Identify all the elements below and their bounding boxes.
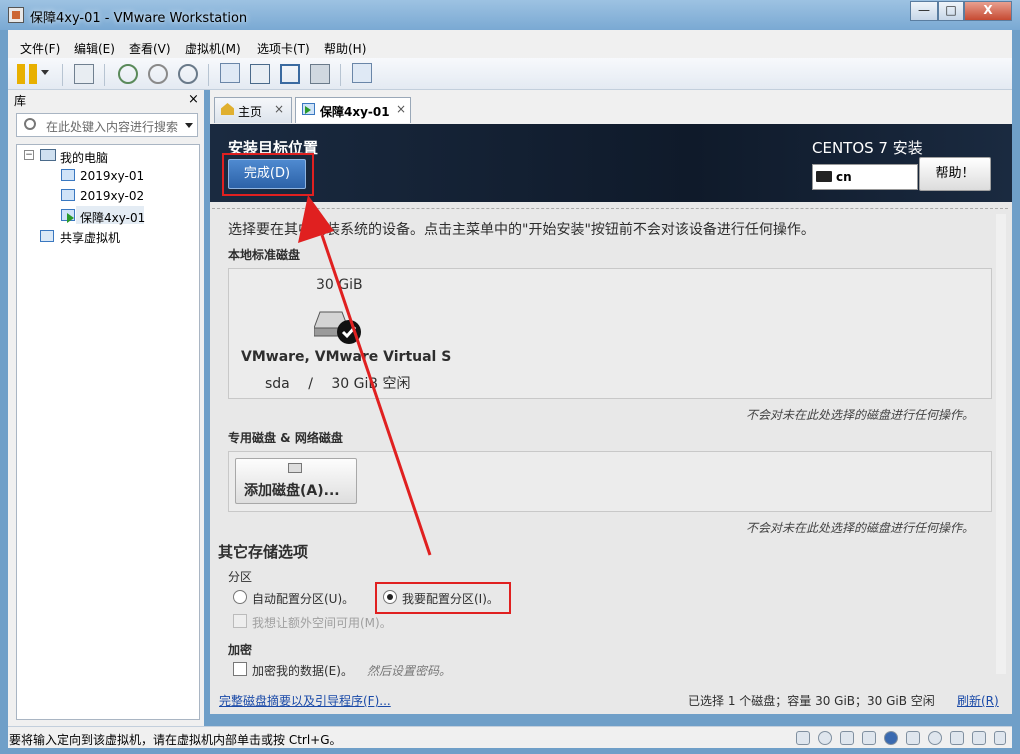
specialized-disks-note: 不会对未在此处选择的磁盘进行任何操作。 [746,521,975,535]
extra-space-checkbox[interactable] [233,614,247,628]
tab-vm-label: 保障4xy-01 [320,105,390,119]
tree-vm-baozhang4xy-01[interactable]: 保障4xy-01 [80,209,145,226]
vm-icon [61,189,75,201]
vmware-app-icon[interactable] [8,7,24,23]
menu-tabs[interactable]: 选项卡(T) [257,40,310,57]
cd-dvd-device-icon[interactable] [818,731,832,745]
tree-collapse-icon[interactable]: − [24,150,34,160]
library-title: 库 [14,94,27,108]
local-disks-note: 不会对未在此处选择的磁盘进行任何操作。 [746,408,975,422]
product-title: CENTOS 7 安装 [812,139,923,157]
pause-icon[interactable] [17,64,37,84]
search-icon [24,118,36,130]
play-icon [67,213,74,223]
vm-icon [61,169,75,181]
play-icon [305,106,311,114]
menu-file[interactable]: 文件(F) [20,40,60,57]
extra-space-label: 我想让额外空间可用(M)。 [252,616,392,630]
snapshot-icon[interactable] [118,64,138,84]
encryption-label: 加密 [228,643,253,657]
vertical-scrollbar[interactable] [996,214,1006,674]
disk-device: sda [265,376,290,392]
console-view-icon[interactable] [352,63,372,83]
network-adapter-icon[interactable] [862,731,876,745]
maximize-button[interactable]: □ [938,1,964,21]
menu-help[interactable]: 帮助(H) [324,40,366,57]
computer-icon [40,149,56,161]
partition-label: 分区 [228,570,253,584]
tab-home-close-icon[interactable]: × [274,102,284,116]
full-screen-icon[interactable] [280,64,300,84]
revert-snapshot-icon[interactable] [148,64,168,84]
menu-edit[interactable]: 编辑(E) [74,40,115,57]
show-library-icon[interactable] [220,63,240,83]
auto-partition-radio[interactable] [233,590,247,604]
tree-vm-2019xy-01[interactable]: 2019xy-01 [80,169,144,183]
installer-header [210,124,1012,202]
manual-partition-highlight-box [375,582,511,614]
tree-shared-vms[interactable]: 共享虚拟机 [60,229,120,246]
search-dropdown-icon[interactable] [185,123,193,128]
tab-home-label: 主页 [238,105,263,119]
library-close-button[interactable]: × [188,92,199,107]
annotation-arrow [298,195,432,556]
menu-vm[interactable]: 虚拟机(M) [185,40,241,57]
display-icon[interactable] [950,731,964,745]
message-icon[interactable] [972,731,986,745]
library-search-placeholder: 在此处键入内容进行搜索 [46,120,179,134]
shared-vm-icon [40,230,54,242]
keyboard-layout-label: cn [836,170,852,184]
floppy-device-icon[interactable] [840,731,854,745]
snapshot-manager-icon[interactable] [178,64,198,84]
encrypt-data-label[interactable]: 加密我的数据(E)。 [252,662,353,679]
tab-vm-close-icon[interactable]: × [396,102,406,116]
hard-disk-device-icon[interactable] [796,731,810,745]
chevron-down-icon[interactable] [41,70,49,75]
selection-summary: 已选择 1 个磁盘；容量 30 GiB；30 GiB 空闲 [688,694,935,708]
full-disk-summary-link[interactable]: 完整磁盘摘要以及引导程序(F)... [219,692,391,709]
printer-icon[interactable] [928,731,942,745]
usb-device-icon[interactable] [884,731,898,745]
sound-card-icon[interactable] [906,731,920,745]
encrypt-hint: 然后设置密码。 [367,664,452,678]
stretch-icon[interactable] [994,731,1006,745]
status-text: 要将输入定向到该虚拟机，请在虚拟机内部单击或按 Ctrl+G。 [9,733,342,747]
toolbar-separator [208,64,209,86]
thumbnail-bar-icon[interactable] [250,64,270,84]
done-highlight-box [222,153,314,196]
tree-vm-2019xy-02[interactable]: 2019xy-02 [80,189,144,203]
encrypt-data-checkbox[interactable] [233,662,247,676]
toolbar-separator [340,64,341,86]
toolbar-separator [104,64,105,86]
tree-my-computer[interactable]: 我的电脑 [60,149,108,166]
close-window-button[interactable]: X [964,1,1012,21]
window-title: 保障4xy-01 - VMware Workstation [30,11,248,26]
minimize-button[interactable]: — [910,1,938,21]
toolbar-separator [62,64,63,86]
auto-partition-label[interactable]: 自动配置分区(U)。 [252,590,354,607]
send-ctrl-alt-del-icon[interactable] [74,64,94,84]
refresh-link[interactable]: 刷新(R) [957,692,999,709]
menu-view[interactable]: 查看(V) [129,40,171,57]
keyboard-icon [816,171,832,182]
unity-icon[interactable] [310,64,330,84]
help-button[interactable]: 帮助！ [919,157,991,191]
